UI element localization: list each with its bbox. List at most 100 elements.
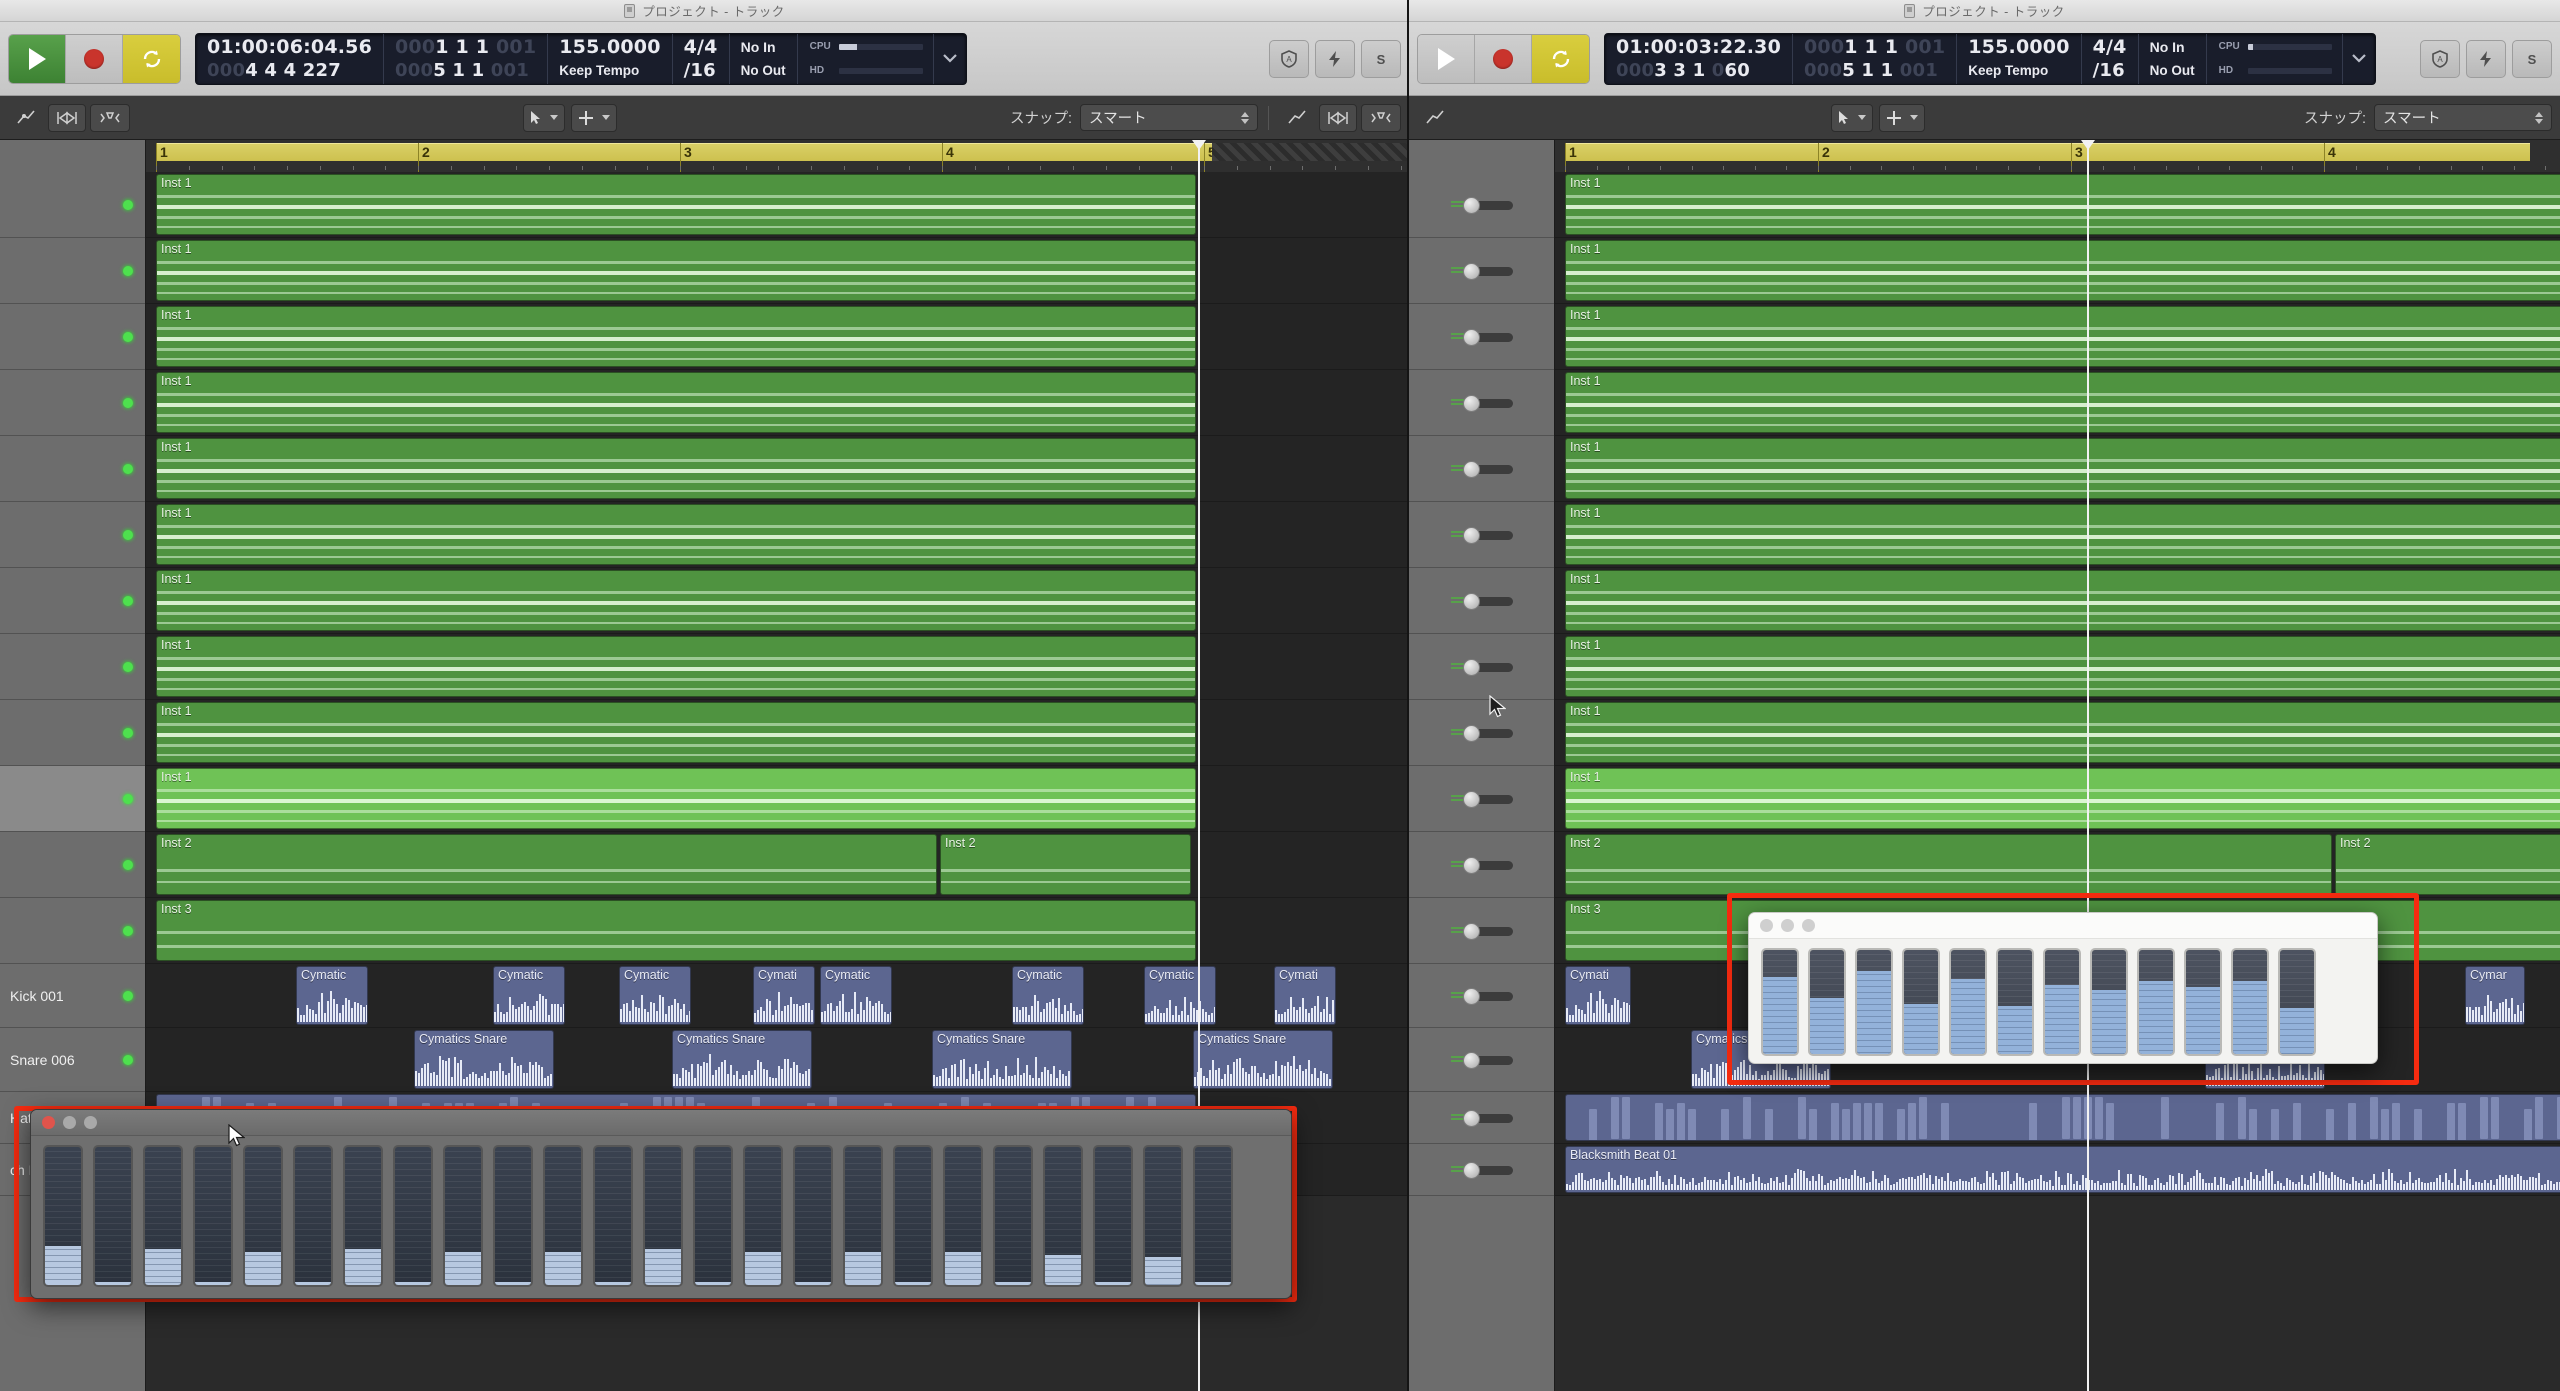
close-button[interactable] [1760,919,1773,932]
track-lane[interactable]: Inst 1 [1555,766,2560,832]
record-enable-dot[interactable] [123,331,133,342]
tuner-button[interactable]: A [1269,39,1309,78]
velocity-fader[interactable] [843,1145,883,1287]
track-lane[interactable]: Inst 1 [146,436,1409,502]
region[interactable]: Blacksmith Beat 01 [1565,1146,2560,1193]
track-header-blank[interactable] [0,568,145,634]
region[interactable] [1565,1094,2560,1141]
velocity-fader[interactable] [893,1145,933,1287]
track-header-blank[interactable] [0,700,145,766]
track-header-mini[interactable] [1409,898,1554,964]
track-lanes[interactable]: Inst 1 Inst 1 Inst 1 Inst 1 Inst 1 Inst 1 Inst… [1555,172,2560,1391]
velocity-fader[interactable] [793,1145,833,1287]
track-volume-control[interactable] [1450,328,1513,346]
region[interactable]: Inst 2 [156,834,937,895]
record-enable-dot[interactable] [123,859,133,870]
lcd-midi-io[interactable]: No In No Out [2139,33,2207,84]
track-lane[interactable]: Blacksmith Beat 01 [1555,1144,2560,1196]
solo-button[interactable]: S [2512,39,2552,78]
velocity-fader[interactable] [443,1145,483,1287]
track-volume-control[interactable] [1450,856,1513,874]
track-volume-control[interactable] [1450,724,1513,742]
region[interactable]: Inst 3 [156,900,1196,961]
automation-icon[interactable] [1417,104,1453,132]
lcd-performance-meters[interactable]: CPU HD [798,33,934,84]
play-button[interactable] [9,34,66,83]
region[interactable]: Inst 1 [156,240,1196,301]
velocity-fader[interactable] [1193,1145,1233,1287]
track-header-blank[interactable] [0,502,145,568]
record-enable-dot[interactable] [123,990,133,1001]
track-lane[interactable]: Inst 1 [146,238,1409,304]
region[interactable]: Inst 1 [156,306,1196,367]
region[interactable]: Inst 1 [156,636,1196,697]
lcd-expand-chevron[interactable] [934,34,966,84]
track-header-blank[interactable] [0,238,145,304]
region[interactable]: Cymati [753,966,815,1025]
record-enable-dot[interactable] [123,1054,133,1065]
cycle-range[interactable] [1565,143,2530,161]
solo-button[interactable]: S [1361,39,1401,78]
velocity-fader[interactable] [1761,948,1799,1056]
velocity-fader[interactable] [1093,1145,1133,1287]
region[interactable]: Inst 1 [156,570,1196,631]
low-latency-button[interactable] [1315,39,1355,78]
track-lane[interactable]: Inst 1 [1555,436,2560,502]
velocity-fader[interactable] [243,1145,283,1287]
velocity-fader[interactable] [1996,948,2034,1056]
lcd-bars-beats[interactable]: 0001 1 1 001 0005 1 1 001 [384,33,549,84]
record-enable-dot[interactable] [123,595,133,606]
track-header-blank[interactable] [0,898,145,964]
region[interactable]: Cymatic [1012,966,1084,1025]
track-lane[interactable]: Inst 1 [146,568,1409,634]
track-header-mini[interactable] [1409,832,1554,898]
region[interactable]: Inst 1 [1565,174,2560,235]
fade-tool-icon-2[interactable] [1361,103,1401,132]
track-lane[interactable]: Inst 1 [146,766,1409,832]
track-header-blank[interactable] [0,832,145,898]
track-volume-control[interactable] [1450,196,1513,214]
region[interactable]: Inst 1 [1565,438,2560,499]
region[interactable]: Inst 1 [1565,240,2560,301]
region[interactable]: Cymatics Snare [1193,1030,1333,1089]
region[interactable]: Cymatics Snare [932,1030,1072,1089]
step-velocity-editor-light[interactable] [1748,912,2378,1064]
track-volume-control[interactable] [1450,922,1513,940]
track-lane[interactable]: Inst 1 [146,304,1409,370]
track-header[interactable]: Snare 006 [0,1028,145,1092]
titlebar-right[interactable]: プロジェクト - トラック [1409,0,2560,22]
track-header-mini[interactable] [1409,1144,1554,1196]
record-enable-dot[interactable] [123,925,133,936]
velocity-fader[interactable] [743,1145,783,1287]
lcd-smpte[interactable]: 01:00:03:22.30 0003 3 1 060 [1605,33,1794,84]
track-lane[interactable]: Inst 1 [1555,172,2560,238]
lcd-signature[interactable]: 4/4 /16 [2082,33,2139,84]
region[interactable]: Cymati [1565,966,1631,1025]
velocity-fader[interactable] [193,1145,233,1287]
record-enable-dot[interactable] [123,727,133,738]
track-lane[interactable]: Inst 3 [146,898,1409,964]
velocity-fader[interactable] [593,1145,633,1287]
track-header-mini[interactable] [1409,436,1554,502]
velocity-fader[interactable] [343,1145,383,1287]
velocity-fader[interactable] [643,1145,683,1287]
lcd-bars-beats[interactable]: 0001 1 1 001 0005 1 1 001 [1793,33,1958,84]
velocity-fader[interactable] [293,1145,333,1287]
region[interactable]: Cymatic [619,966,691,1025]
track-volume-control[interactable] [1450,1051,1513,1069]
float-window-titlebar[interactable] [31,1110,1291,1136]
region[interactable]: Inst 1 [1565,306,2560,367]
track-volume-control[interactable] [1450,987,1513,1005]
track-lane[interactable]: Inst 1 [1555,634,2560,700]
velocity-fader[interactable] [2137,948,2175,1056]
track-header-mini[interactable] [1409,172,1554,238]
velocity-fader[interactable] [1043,1145,1083,1287]
track-header-mini[interactable] [1409,1028,1554,1092]
region[interactable]: Inst 2 [1565,834,2332,895]
playhead[interactable] [2081,140,2095,1391]
track-header-mini[interactable] [1409,238,1554,304]
velocity-fader[interactable] [2090,948,2128,1056]
record-enable-dot[interactable] [123,529,133,540]
lcd-display-left[interactable]: 01:00:06:04.56 0004 4 4 227 0001 1 1 001… [195,32,967,85]
snap-select[interactable]: スマート [2374,104,2552,131]
